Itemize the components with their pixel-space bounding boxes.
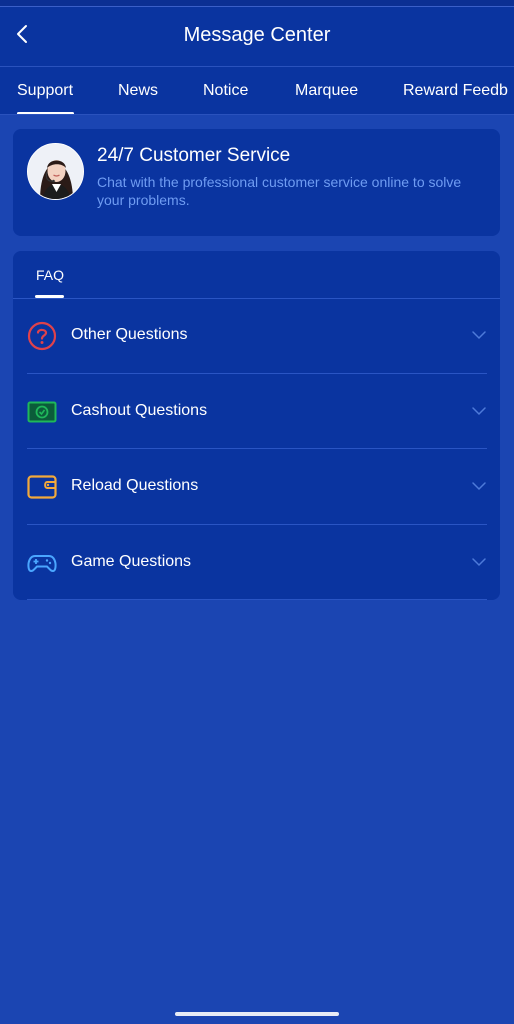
tab-bar: Support News Notice Marquee Reward Feedb [0, 66, 514, 115]
faq-card: FAQ Other Questions Cashout Questions Re… [13, 251, 500, 600]
faq-item-label: Cashout Questions [71, 402, 208, 419]
chevron-down-icon [472, 558, 486, 567]
active-tab-indicator [17, 112, 74, 114]
faq-item-other-questions[interactable]: Other Questions [27, 298, 487, 373]
chevron-down-icon [472, 407, 486, 416]
page-title: Message Center [183, 24, 331, 46]
faq-item-label: Game Questions [71, 553, 192, 570]
customer-service-card[interactable]: 24/7 Customer Service Chat with the prof… [13, 129, 500, 236]
cash-icon [27, 401, 57, 423]
tab-reward-feedback[interactable]: Reward Feedb [403, 81, 508, 101]
tab-news[interactable]: News [118, 81, 158, 101]
faq-item-label: Other Questions [71, 326, 188, 343]
tab-faq[interactable]: FAQ [36, 266, 64, 284]
home-indicator[interactable] [175, 1012, 339, 1016]
tab-marquee[interactable]: Marquee [295, 81, 358, 101]
faq-item-reload-questions[interactable]: Reload Questions [27, 449, 487, 524]
service-title: 24/7 Customer Service [97, 145, 291, 166]
faq-item-cashout-questions[interactable]: Cashout Questions [27, 374, 487, 449]
customer-service-agent-avatar [27, 143, 84, 200]
faq-item-game-questions[interactable]: Game Questions [27, 525, 487, 600]
divider [27, 599, 487, 600]
gamepad-icon [27, 555, 57, 573]
chevron-down-icon [472, 482, 486, 491]
tab-notice[interactable]: Notice [203, 81, 248, 101]
status-bar-line [0, 0, 514, 7]
app-header: Message Center [0, 0, 514, 66]
chevron-down-icon [472, 331, 486, 340]
faq-header: FAQ [13, 251, 500, 299]
question-circle-icon [27, 321, 57, 351]
faq-item-label: Reload Questions [71, 477, 199, 494]
service-description: Chat with the professional customer serv… [97, 174, 462, 208]
wallet-icon [27, 475, 57, 499]
tab-support[interactable]: Support [17, 81, 73, 101]
